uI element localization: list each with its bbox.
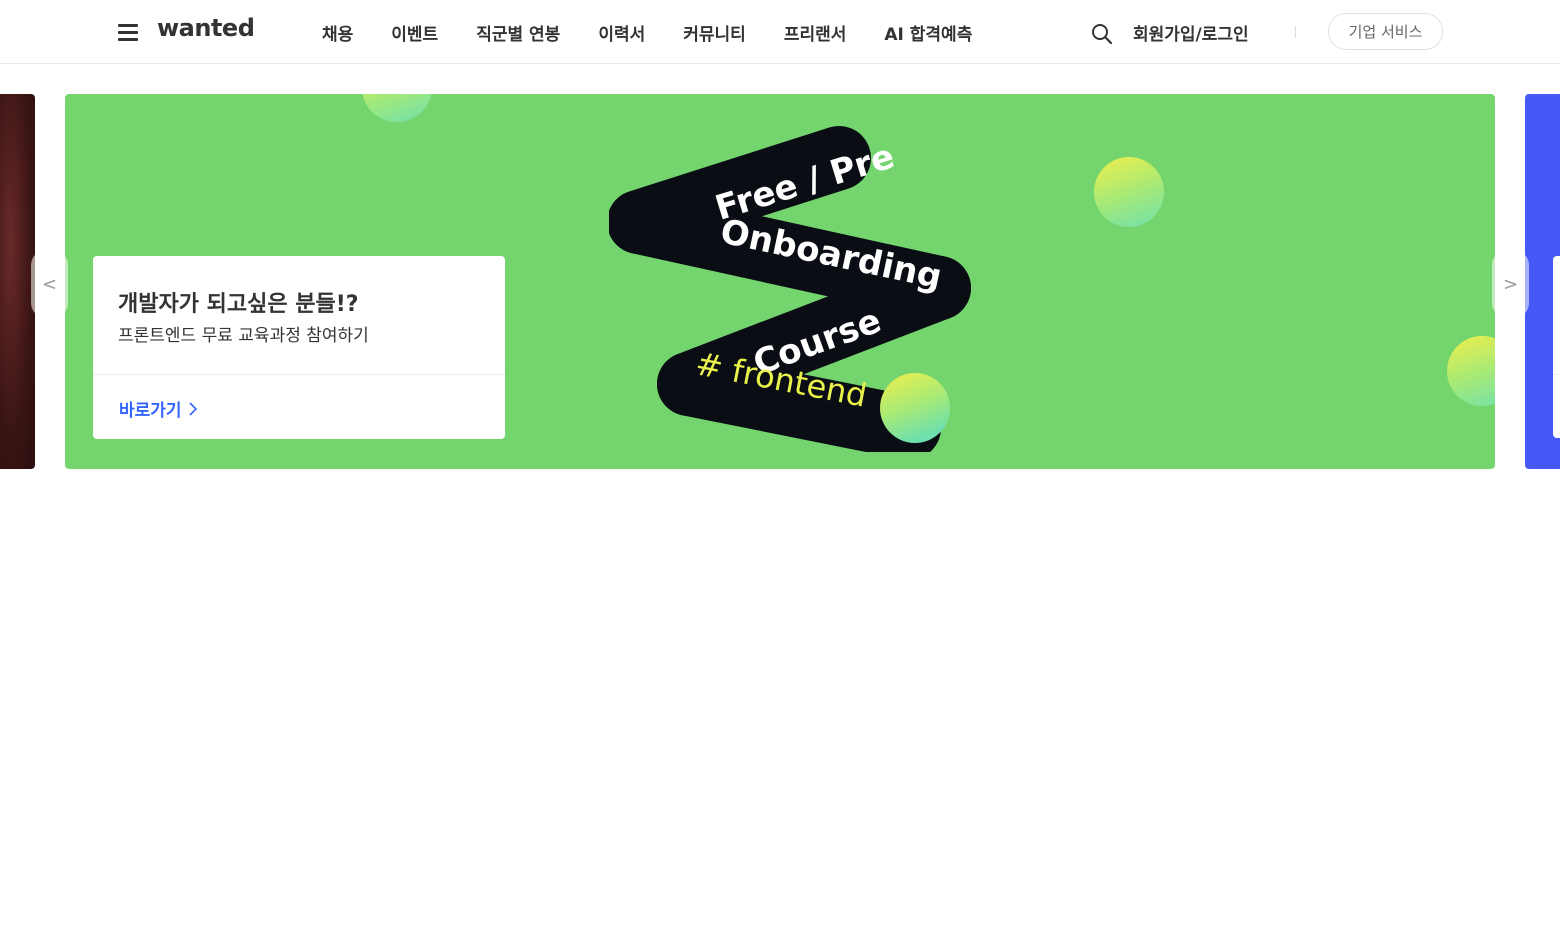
carousel-prev-button[interactable]: <	[31, 250, 68, 318]
promo-divider	[93, 374, 505, 375]
previous-slide-preview[interactable]	[0, 94, 35, 469]
next-slide-card-divider	[1553, 374, 1560, 375]
nav-item-jobs[interactable]: 채용	[322, 20, 353, 45]
promo-card: 개발자가 되고싶은 분들!? 프론트엔드 무료 교육과정 참여하기 바로가기	[93, 256, 505, 439]
nav-item-community[interactable]: 커뮤니티	[683, 20, 746, 45]
banner-slide-main[interactable]: Free / Pre Onboarding Course # frontend …	[65, 94, 1495, 469]
go-to-link[interactable]: 바로가기	[119, 396, 198, 421]
search-icon[interactable]	[1090, 22, 1114, 46]
hamburger-menu-icon[interactable]	[116, 21, 140, 43]
business-service-button[interactable]: 기업 서비스	[1328, 13, 1443, 50]
main-nav: 채용 이벤트 직군별 연봉 이력서 커뮤니티 프리랜서 AI 합격예측	[322, 0, 972, 64]
nav-item-ai-prediction[interactable]: AI 합격예측	[884, 20, 972, 45]
signup-login-link[interactable]: 회원가입/로그인	[1133, 20, 1249, 45]
decorative-ball	[362, 94, 432, 122]
chevron-left-icon: <	[41, 273, 58, 295]
decorative-ball	[1094, 157, 1164, 227]
chevron-right-icon	[188, 401, 197, 416]
next-slide-preview[interactable]	[1525, 94, 1560, 469]
chevron-right-icon: >	[1502, 273, 1519, 295]
wanted-logo[interactable]: wanted	[157, 14, 255, 42]
nav-item-resume[interactable]: 이력서	[598, 20, 645, 45]
carousel-next-button[interactable]: >	[1492, 250, 1529, 318]
nav-item-freelancer[interactable]: 프리랜서	[784, 20, 847, 45]
decorative-ball	[880, 373, 950, 443]
promo-title: 개발자가 되고싶은 분들!?	[118, 292, 359, 317]
header-divider	[1295, 26, 1296, 38]
promo-subtitle: 프론트엔드 무료 교육과정 참여하기	[118, 326, 369, 346]
nav-item-salary[interactable]: 직군별 연봉	[476, 20, 560, 45]
nav-item-events[interactable]: 이벤트	[391, 20, 438, 45]
decorative-ball	[1447, 336, 1495, 406]
global-header: wanted 채용 이벤트 직군별 연봉 이력서 커뮤니티 프리랜서 AI 합격…	[0, 0, 1560, 64]
onboarding-course-artwork: Free / Pre Onboarding Course # frontend	[609, 126, 971, 452]
go-to-link-label: 바로가기	[119, 401, 182, 421]
next-slide-card	[1553, 256, 1560, 438]
